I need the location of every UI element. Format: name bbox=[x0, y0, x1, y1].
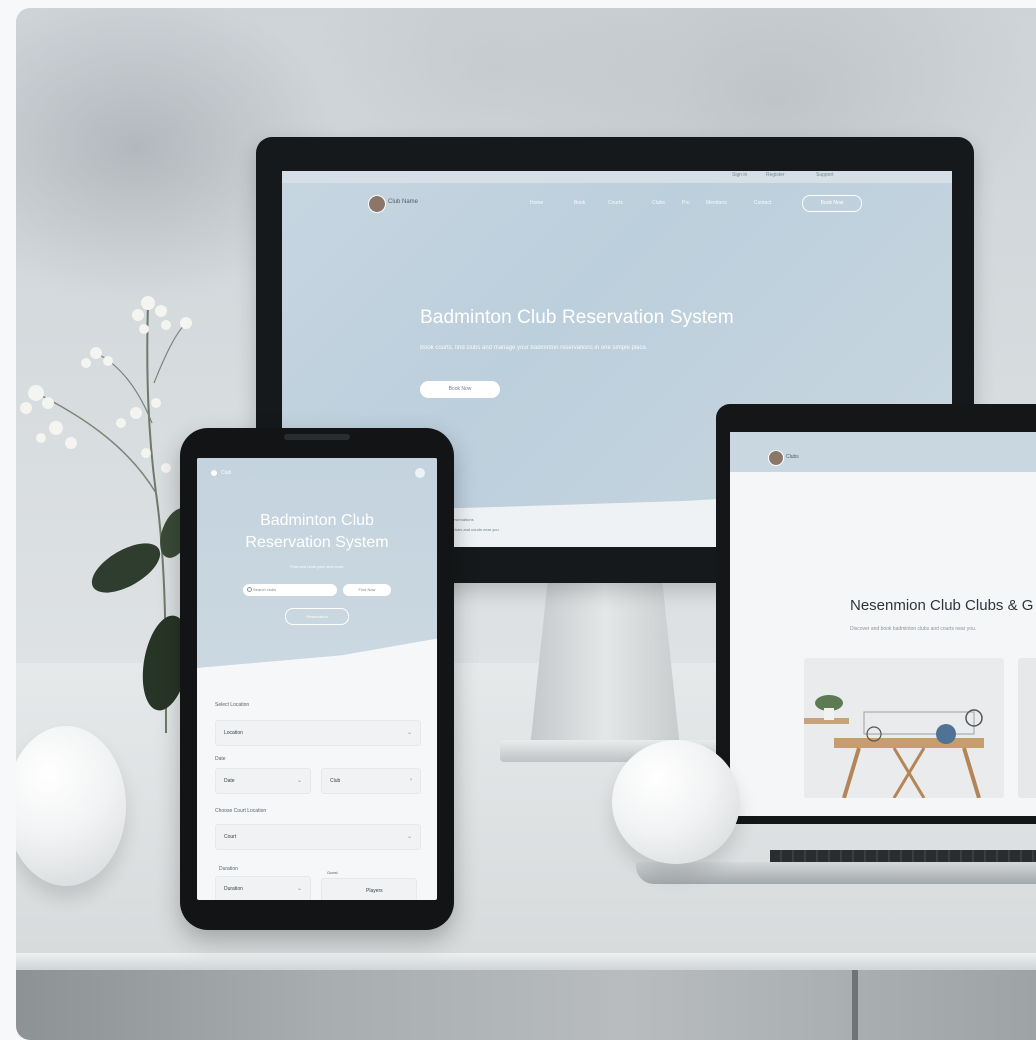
topbar-link[interactable]: Sign in bbox=[732, 172, 747, 178]
club-image-card[interactable] bbox=[1018, 658, 1036, 798]
select-value: Date bbox=[224, 778, 235, 784]
topbar-link[interactable]: Register bbox=[766, 172, 785, 178]
plant-flowers bbox=[20, 296, 192, 734]
form-label: Date bbox=[215, 756, 226, 762]
phone-hero-subtitle: Find and book your next court bbox=[290, 564, 344, 569]
brand-name[interactable]: Clubs bbox=[786, 454, 799, 460]
phone-screen: Club Badminton Club Reservation System F… bbox=[197, 458, 437, 900]
chevron-right-icon: › bbox=[410, 777, 412, 783]
nav-link[interactable]: Home bbox=[530, 200, 543, 206]
form-label: Choose Court Location bbox=[215, 808, 267, 814]
club-select[interactable]: Club › bbox=[321, 768, 421, 794]
avatar bbox=[368, 195, 386, 213]
desk-edge bbox=[16, 953, 1036, 971]
nav-book-button[interactable]: Book Now bbox=[802, 195, 862, 212]
laptop-screen: Clubs Nesenmion Club Clubs & G Discover … bbox=[730, 432, 1036, 816]
topbar-link[interactable]: Support bbox=[816, 172, 834, 178]
select-value: Players bbox=[366, 888, 383, 894]
players-select[interactable]: Players bbox=[321, 878, 417, 900]
reservation-button[interactable]: Reservation bbox=[285, 608, 349, 625]
laptop-base bbox=[636, 862, 1036, 884]
phone-hero-title: Badminton Club Reservation System bbox=[197, 510, 437, 554]
section-title: Nesenmion Club Clubs & G bbox=[850, 597, 1034, 614]
form-label: Duration bbox=[219, 866, 238, 872]
drawer-gap bbox=[852, 970, 858, 1040]
nav-link[interactable]: Clubs bbox=[652, 200, 665, 206]
laptop: Clubs Nesenmion Club Clubs & G Discover … bbox=[716, 404, 1036, 824]
chevron-down-icon: ⌄ bbox=[406, 730, 412, 736]
monitor-topbar: Sign in Register Support bbox=[282, 171, 952, 183]
select-value: Court bbox=[224, 834, 237, 840]
form-label: Guest bbox=[327, 870, 338, 875]
phone-hero bbox=[197, 458, 437, 668]
brand-name[interactable]: Club Name bbox=[388, 199, 418, 205]
title-line: Badminton Club bbox=[260, 512, 374, 529]
nav-link[interactable]: Members bbox=[706, 200, 727, 206]
hero-description: Book courts, find clubs and manage your … bbox=[420, 345, 648, 351]
chevron-down-icon: ⌄ bbox=[296, 886, 302, 892]
hero-cta-button[interactable]: Book Now bbox=[420, 381, 500, 398]
duration-select[interactable]: Duration ⌄ bbox=[215, 876, 311, 900]
smartphone: Club Badminton Club Reservation System F… bbox=[180, 428, 454, 930]
nav-link[interactable]: Pro bbox=[682, 200, 690, 206]
form-label: Select Location bbox=[215, 702, 250, 708]
select-value: Club bbox=[330, 778, 341, 784]
court-table-image bbox=[804, 658, 1004, 798]
phone-speaker bbox=[284, 434, 350, 440]
menu-icon[interactable] bbox=[415, 468, 425, 478]
location-select[interactable]: Location ⌄ bbox=[215, 720, 421, 746]
nav-link[interactable]: Contact bbox=[754, 200, 771, 206]
search-icon bbox=[247, 587, 252, 592]
chevron-down-icon: ⌄ bbox=[406, 834, 412, 840]
search-input[interactable]: Search clubs bbox=[243, 584, 337, 596]
nav-link[interactable]: Courts bbox=[608, 200, 623, 206]
logo-icon bbox=[211, 470, 217, 476]
title-line: Reservation System bbox=[245, 534, 389, 551]
phone-logo[interactable]: Club bbox=[221, 470, 231, 476]
nav-link[interactable]: Book bbox=[574, 200, 585, 206]
select-value: Location bbox=[224, 730, 243, 736]
section-description: Discover and book badminton clubs and co… bbox=[850, 626, 977, 632]
decor-sphere-center bbox=[612, 740, 740, 864]
select-value: Duration bbox=[224, 886, 243, 892]
desk-drawer bbox=[16, 970, 1036, 1040]
avatar bbox=[768, 450, 784, 466]
find-button[interactable]: Find Now bbox=[343, 584, 391, 596]
date-select[interactable]: Date ⌄ bbox=[215, 768, 311, 794]
monitor-stand bbox=[530, 578, 680, 748]
club-image-card[interactable] bbox=[804, 658, 1004, 798]
chevron-down-icon: ⌄ bbox=[296, 778, 302, 784]
hero-title: Badminton Club Reservation System bbox=[420, 307, 734, 328]
court-select[interactable]: Court ⌄ bbox=[215, 824, 421, 850]
